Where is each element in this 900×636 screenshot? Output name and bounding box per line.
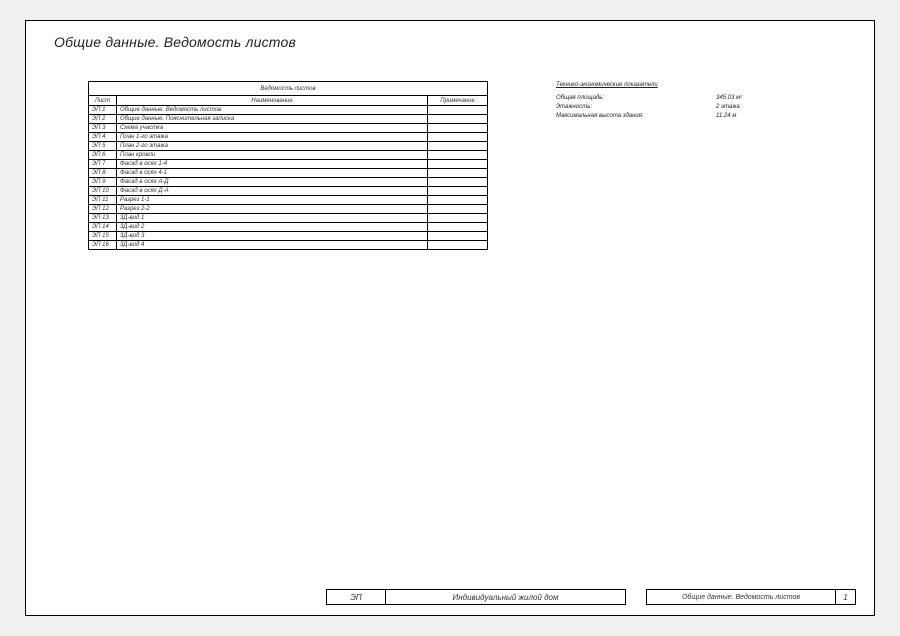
cell-num: ЭП 2 xyxy=(89,115,117,124)
tech-row: Этажность:2 этажа xyxy=(556,103,742,112)
tb-page-num: 1 xyxy=(836,589,856,605)
cell-name: Разрез 2-2 xyxy=(116,205,427,214)
cell-name: Фасад в осях А-Д xyxy=(116,178,427,187)
table-row: ЭП 143Д-вид 2 xyxy=(89,223,488,232)
cell-name: 3Д-вид 1 xyxy=(116,214,427,223)
title-block: ЭП Индивидуальный жилой дом Общие данные… xyxy=(326,589,856,605)
sheet-list-table: Ведомость листов Лист Наименование Приме… xyxy=(88,81,488,250)
cell-note xyxy=(428,214,488,223)
cell-note xyxy=(428,205,488,214)
tb-project: Индивидуальный жилой дом xyxy=(386,589,626,605)
cell-name: Общие данные. Пояснительная записка xyxy=(116,115,427,124)
cell-num: ЭП 7 xyxy=(89,160,117,169)
tech-label: Этажность: xyxy=(556,103,716,112)
cell-num: ЭП 5 xyxy=(89,142,117,151)
table-row: ЭП 5План 2-го этажа xyxy=(89,142,488,151)
cell-num: ЭП 13 xyxy=(89,214,117,223)
cell-note xyxy=(428,187,488,196)
table-row: ЭП 12Разрез 2-2 xyxy=(89,205,488,214)
cell-name: Схема участка xyxy=(116,124,427,133)
table-row: ЭП 3Схема участка xyxy=(89,124,488,133)
tb-spacer xyxy=(626,589,646,605)
table-header-row: Лист Наименование Примечание xyxy=(89,96,488,106)
table-row: ЭП 153Д-вид 3 xyxy=(89,232,488,241)
cell-note xyxy=(428,124,488,133)
cell-name: Фасад в осях Д-А xyxy=(116,187,427,196)
cell-num: ЭП 9 xyxy=(89,178,117,187)
tech-label: Максимальная высота здания: xyxy=(556,112,716,121)
cell-name: План 2-го этажа xyxy=(116,142,427,151)
tech-row: Максимальная высота здания:11.24 м xyxy=(556,112,742,121)
table-row: ЭП 1Общие данные. Ведомость листов xyxy=(89,106,488,115)
cell-name: План кровли xyxy=(116,151,427,160)
tech-row: Общая площадь:345.03 м² xyxy=(556,94,742,103)
table-row: ЭП 4План 1-го этажа xyxy=(89,133,488,142)
table-row: ЭП 8Фасад в осях 4-1 xyxy=(89,169,488,178)
cell-note xyxy=(428,241,488,250)
cell-note xyxy=(428,151,488,160)
cell-note xyxy=(428,223,488,232)
cell-name: Разрез 1-1 xyxy=(116,196,427,205)
tech-value: 2 этажа xyxy=(716,103,740,112)
tech-value: 345.03 м² xyxy=(716,94,742,103)
table-row: ЭП 10Фасад в осях Д-А xyxy=(89,187,488,196)
table-row: ЭП 9Фасад в осях А-Д xyxy=(89,178,488,187)
header-name: Наименование xyxy=(116,96,427,106)
header-num: Лист xyxy=(89,96,117,106)
cell-note xyxy=(428,106,488,115)
cell-num: ЭП 8 xyxy=(89,169,117,178)
cell-name: 3Д-вид 2 xyxy=(116,223,427,232)
table-row: ЭП 7Фасад в осях 1-4 xyxy=(89,160,488,169)
table-row: ЭП 11Разрез 1-1 xyxy=(89,196,488,205)
cell-note xyxy=(428,196,488,205)
cell-name: Общие данные. Ведомость листов xyxy=(116,106,427,115)
cell-note xyxy=(428,133,488,142)
tech-value: 11.24 м xyxy=(716,112,736,121)
cell-num: ЭП 14 xyxy=(89,223,117,232)
cell-num: ЭП 10 xyxy=(89,187,117,196)
cell-note xyxy=(428,169,488,178)
table-row: ЭП 6План кровли xyxy=(89,151,488,160)
tb-code: ЭП xyxy=(326,589,386,605)
tech-label: Общая площадь: xyxy=(556,94,716,103)
cell-num: ЭП 4 xyxy=(89,133,117,142)
cell-name: Фасад в осях 4-1 xyxy=(116,169,427,178)
cell-num: ЭП 1 xyxy=(89,106,117,115)
header-note: Примечание xyxy=(428,96,488,106)
cell-note xyxy=(428,232,488,241)
drawing-sheet: Общие данные. Ведомость листов Ведомость… xyxy=(25,20,875,616)
tech-title: Технико-экономические показатели xyxy=(556,81,742,90)
tech-indicators: Технико-экономические показатели Общая п… xyxy=(556,81,742,121)
cell-num: ЭП 11 xyxy=(89,196,117,205)
table-title: Ведомость листов xyxy=(89,82,488,96)
cell-name: 3Д-вид 4 xyxy=(116,241,427,250)
tb-sheet-name: Общие данные. Ведомость листов xyxy=(646,589,836,605)
page-title: Общие данные. Ведомость листов xyxy=(54,34,296,50)
cell-num: ЭП 3 xyxy=(89,124,117,133)
cell-name: 3Д-вид 3 xyxy=(116,232,427,241)
cell-num: ЭП 16 xyxy=(89,241,117,250)
table-title-row: Ведомость листов xyxy=(89,82,488,96)
cell-note xyxy=(428,160,488,169)
table-row: ЭП 2Общие данные. Пояснительная записка xyxy=(89,115,488,124)
cell-note xyxy=(428,142,488,151)
cell-name: План 1-го этажа xyxy=(116,133,427,142)
cell-note xyxy=(428,178,488,187)
cell-name: Фасад в осях 1-4 xyxy=(116,160,427,169)
table-row: ЭП 133Д-вид 1 xyxy=(89,214,488,223)
cell-num: ЭП 15 xyxy=(89,232,117,241)
cell-num: ЭП 12 xyxy=(89,205,117,214)
cell-note xyxy=(428,115,488,124)
table-row: ЭП 163Д-вид 4 xyxy=(89,241,488,250)
cell-num: ЭП 6 xyxy=(89,151,117,160)
